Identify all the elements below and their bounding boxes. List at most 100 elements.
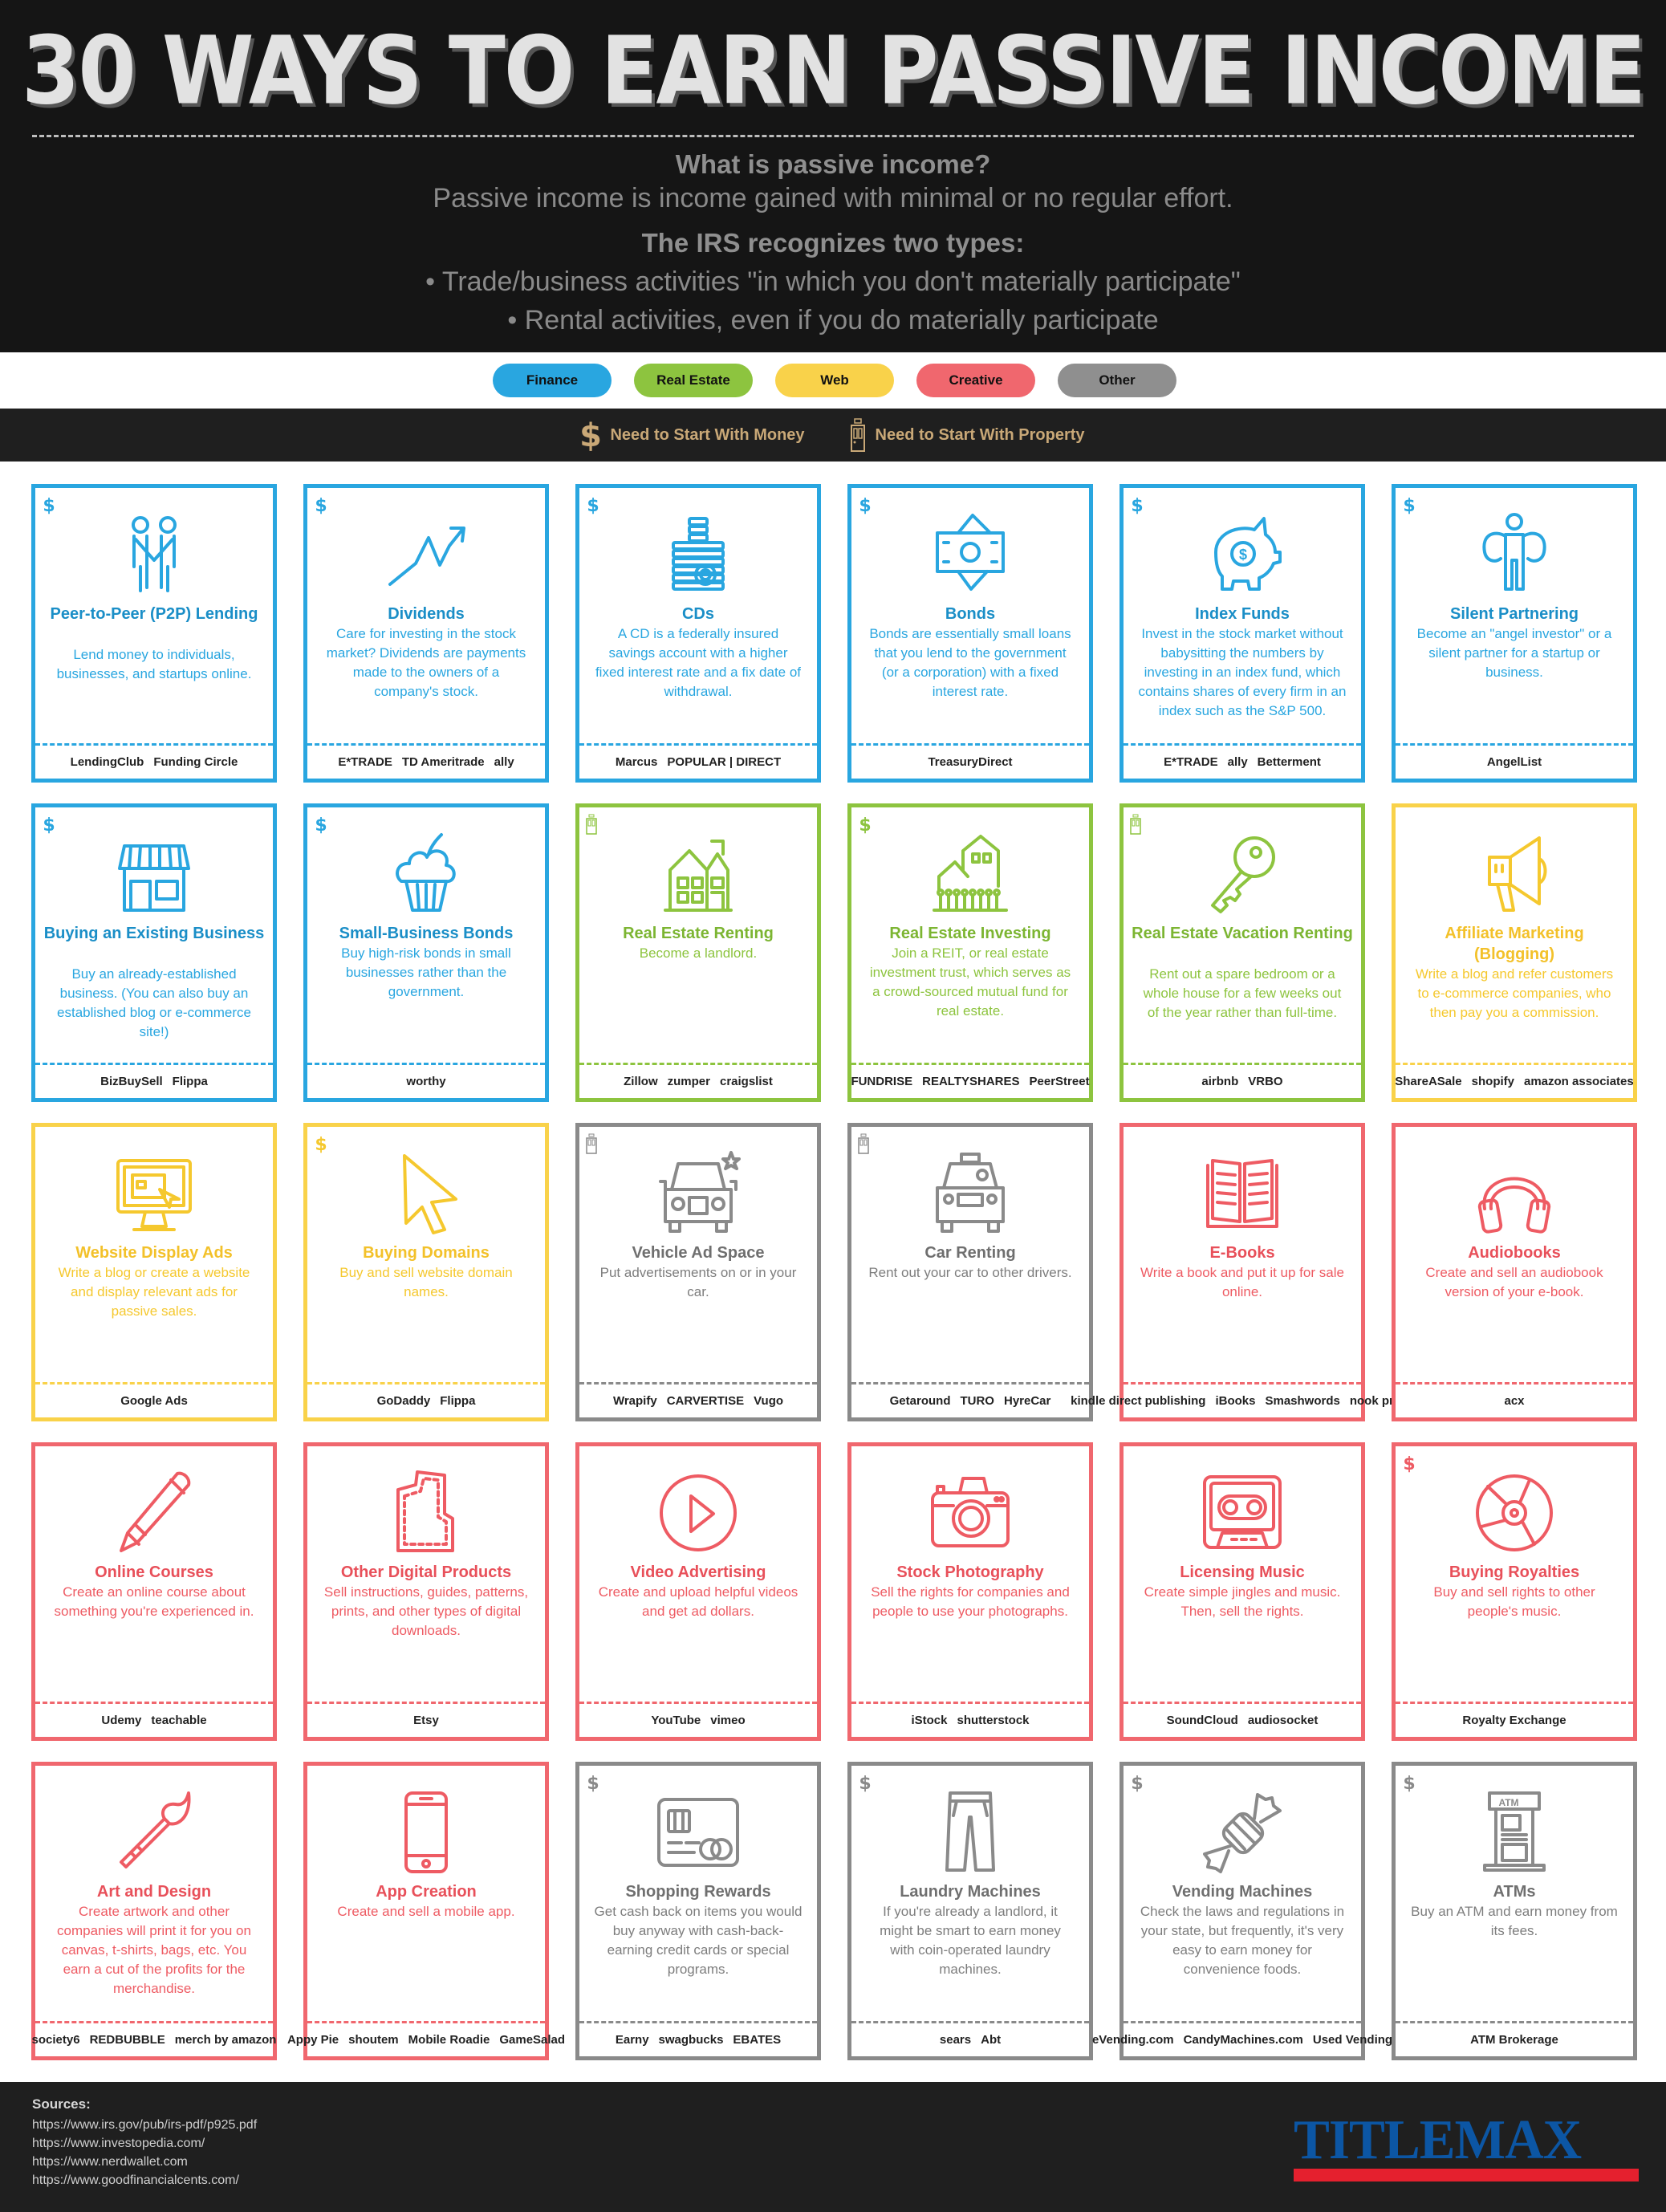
partner-logo[interactable]: EBATES xyxy=(733,2033,781,2047)
card-partner-logos: Wrapify CARVERTISE Vugo xyxy=(579,1382,817,1417)
partner-logo[interactable]: TD Ameritrade xyxy=(402,755,485,769)
partner-logo[interactable]: shoutem xyxy=(348,2033,399,2047)
partner-logo[interactable]: AngelList xyxy=(1487,755,1542,769)
partner-logo[interactable]: Earny xyxy=(616,2033,649,2047)
income-card: $ Bonds Bonds are essentially small loans … xyxy=(847,484,1093,783)
partner-logo[interactable]: TreasuryDirect xyxy=(928,755,1012,769)
dollar-icon: $ xyxy=(858,1772,872,1794)
card-description: Lend money to individuals, businesses, a… xyxy=(56,647,252,681)
partner-logo[interactable]: Betterment xyxy=(1258,755,1321,769)
partner-logo[interactable]: craigslist xyxy=(720,1075,773,1088)
partner-logo[interactable]: Getaround xyxy=(890,1394,951,1408)
card-description: Buy and sell rights to other people's mu… xyxy=(1433,1584,1595,1619)
partner-logo[interactable]: shutterstock xyxy=(957,1714,1029,1727)
card-title: Index Funds xyxy=(1195,605,1290,623)
card-title: ATMs xyxy=(1493,1883,1536,1901)
cupcake-icon xyxy=(382,830,470,918)
card-partner-logos: YouTube vimeo xyxy=(579,1702,817,1737)
partner-logo[interactable]: GoDaddy xyxy=(377,1394,431,1408)
partner-logo[interactable]: merch by amazon xyxy=(175,2033,277,2047)
partner-logo[interactable]: PeerStreet xyxy=(1030,1075,1090,1088)
card-partner-logos: LendingClub Funding Circle xyxy=(35,743,273,779)
partner-logo[interactable]: LendingClub xyxy=(71,755,144,769)
partner-logo[interactable]: audiosocket xyxy=(1248,1714,1319,1727)
partner-logo[interactable]: eVending.com xyxy=(1092,2033,1174,2047)
dollar-icon: $ xyxy=(858,814,872,836)
partner-logo[interactable]: BizBuySell xyxy=(100,1075,163,1088)
partner-logo[interactable]: REALTYSHARES xyxy=(922,1075,1019,1088)
card-partner-logos: Zillow zumper craigslist xyxy=(579,1063,817,1098)
card-description: Create simple jingles and music. Then, s… xyxy=(1144,1584,1341,1619)
source-link[interactable]: https://www.goodfinancialcents.com/ xyxy=(32,2173,239,2188)
partner-logo[interactable]: Smashwords xyxy=(1265,1394,1339,1408)
partner-logo[interactable]: GameSalad xyxy=(499,2033,565,2047)
partner-logo[interactable]: Wrapify xyxy=(613,1394,657,1408)
card-description: Rent out your car to other drivers. xyxy=(868,1265,1072,1280)
card-description: Invest in the stock market without babys… xyxy=(1138,626,1347,718)
partner-logo[interactable]: Etsy xyxy=(413,1714,439,1727)
partner-logo[interactable]: iStock xyxy=(911,1714,947,1727)
card-description: Write a blog and refer customers to e-co… xyxy=(1415,966,1614,1020)
card-partner-logos: Earny swagbucks EBATES xyxy=(579,2021,817,2056)
partner-logo[interactable]: Abt xyxy=(981,2033,1001,2047)
source-link[interactable]: https://www.irs.gov/pub/irs-pdf/p925.pdf xyxy=(32,2118,257,2133)
partner-logo[interactable]: ally xyxy=(1228,755,1248,769)
partner-logo[interactable]: YouTube xyxy=(651,1714,701,1727)
partner-logo[interactable]: Mobile Roadie xyxy=(408,2033,490,2047)
partner-logo[interactable]: ATM Brokerage xyxy=(1470,2033,1558,2047)
partner-logo[interactable]: society6 xyxy=(32,2033,80,2047)
partner-logo[interactable]: TURO xyxy=(960,1394,994,1408)
partner-logo[interactable]: POPULAR | DIRECT xyxy=(667,755,781,769)
card-title: Vehicle Ad Space xyxy=(632,1244,765,1262)
partner-logo[interactable]: Google Ads xyxy=(120,1394,188,1408)
income-card: E-Books Write a book and put it up for sa… xyxy=(1071,1123,1414,1421)
partner-logo[interactable]: vimeo xyxy=(710,1714,745,1727)
partner-logo[interactable]: Flippa xyxy=(440,1394,475,1408)
partner-logo[interactable]: VRBO xyxy=(1248,1075,1282,1088)
partner-logo[interactable]: kindle direct publishing xyxy=(1071,1394,1205,1408)
partner-logo[interactable]: Used Vending xyxy=(1313,2033,1392,2047)
partner-logo[interactable]: HyreCar xyxy=(1004,1394,1050,1408)
partner-logo[interactable]: Vugo xyxy=(754,1394,783,1408)
partner-logo[interactable]: amazon associates xyxy=(1524,1075,1634,1088)
partner-logo[interactable]: SoundCloud xyxy=(1167,1714,1238,1727)
card-title: Bonds xyxy=(945,605,996,623)
open-book-icon xyxy=(1198,1149,1286,1238)
partner-logo[interactable]: sears xyxy=(940,2033,971,2047)
partner-logo[interactable]: shopify xyxy=(1472,1075,1514,1088)
partner-logo[interactable]: acx xyxy=(1504,1394,1524,1408)
trend-arrow-icon xyxy=(382,510,470,599)
partner-logo[interactable]: Funding Circle xyxy=(153,755,238,769)
partner-logo[interactable]: airbnb xyxy=(1201,1075,1238,1088)
svg-text:$: $ xyxy=(315,815,327,835)
partner-logo[interactable]: Appy Pie xyxy=(287,2033,339,2047)
partner-logo[interactable]: worthy xyxy=(406,1075,445,1088)
partner-logo[interactable]: ShareASale xyxy=(1395,1075,1461,1088)
partner-logo[interactable]: E*TRADE xyxy=(338,755,392,769)
card-title: Licensing Music xyxy=(1180,1563,1305,1581)
partner-logo[interactable]: FUNDRISE xyxy=(851,1075,912,1088)
requirement-legend: $ Need to Start With Money Need to Start… xyxy=(0,409,1666,462)
dollar-icon: $ xyxy=(1402,1453,1416,1474)
dollar-icon: $ xyxy=(1402,494,1416,516)
partner-logo[interactable]: REDBUBBLE xyxy=(90,2033,165,2047)
source-link[interactable]: https://www.investopedia.com/ xyxy=(32,2137,205,2151)
partner-logo[interactable]: Marcus xyxy=(616,755,658,769)
partner-logo[interactable]: ally xyxy=(494,755,514,769)
partner-logo[interactable]: E*TRADE xyxy=(1164,755,1218,769)
card-description: Buy an already-established business. (Yo… xyxy=(57,966,251,1039)
dollar-icon: $ xyxy=(314,494,328,516)
partner-logo[interactable]: CARVERTISE xyxy=(667,1394,744,1408)
partner-logo[interactable]: CandyMachines.com xyxy=(1184,2033,1303,2047)
partner-logo[interactable]: swagbucks xyxy=(659,2033,724,2047)
partner-logo[interactable]: iBooks xyxy=(1215,1394,1255,1408)
partner-logo[interactable]: Zillow xyxy=(624,1075,658,1088)
source-link[interactable]: https://www.nerdwallet.com xyxy=(32,2155,188,2169)
partner-logo[interactable]: Flippa xyxy=(173,1075,208,1088)
partner-logo[interactable]: Udemy xyxy=(101,1714,141,1727)
partner-logo[interactable]: zumper xyxy=(668,1075,710,1088)
card-title: Buying Domains xyxy=(363,1244,490,1262)
income-card: $ Dividends Care for investing in the stoc… xyxy=(303,484,549,783)
partner-logo[interactable]: teachable xyxy=(151,1714,206,1727)
partner-logo[interactable]: Royalty Exchange xyxy=(1462,1714,1566,1727)
